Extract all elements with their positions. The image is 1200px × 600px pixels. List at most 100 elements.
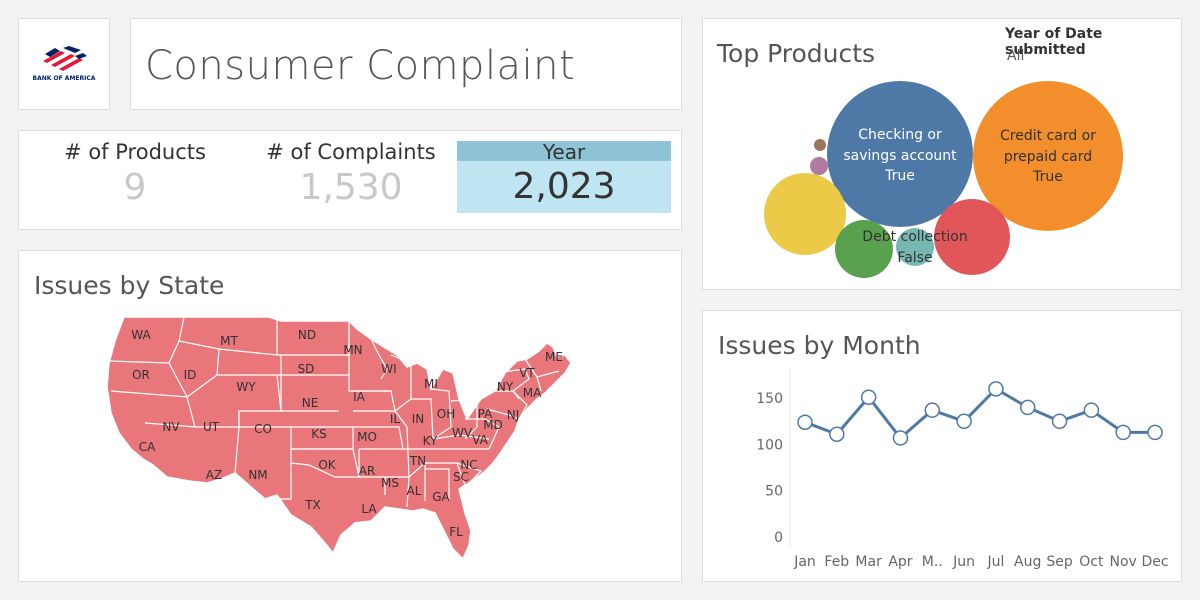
- data-point-mar[interactable]: [860, 389, 877, 405]
- x-tick-label: Jun: [952, 554, 975, 570]
- debt-label-1: Debt collection: [862, 229, 967, 245]
- state-label-mi: MI: [424, 377, 438, 391]
- state-label-me: ME: [545, 350, 563, 364]
- state-label-wv: WV: [452, 426, 473, 440]
- credit-label-3: True: [1032, 169, 1063, 185]
- x-axis: Jan Feb Mar Apr M.. Jun Jul Aug Sep Oct Nov Dec: [793, 554, 1168, 570]
- bank-of-america-logo: BANK OF AMERICA: [33, 46, 96, 82]
- y-axis: 0 50 100 150: [756, 391, 783, 546]
- data-point-jan[interactable]: [797, 414, 813, 430]
- issues-by-month-panel: Issues by Month 0 50 100 150 Jan Feb Mar Apr M.…: [702, 310, 1182, 582]
- state-label-id: ID: [184, 368, 197, 382]
- checking-label-2: savings account: [843, 148, 957, 164]
- state-label-oh: OH: [437, 407, 455, 421]
- state-label-mo: MO: [357, 430, 377, 444]
- year-kpi-value: 2,023: [457, 161, 671, 213]
- logo-text: BANK OF AMERICA: [33, 75, 96, 82]
- state-label-tx: TX: [304, 498, 321, 512]
- state-label-ky: KY: [423, 434, 438, 448]
- state-label-fl: FL: [449, 525, 463, 539]
- state-label-co: CO: [254, 422, 272, 436]
- state-label-vt: VT: [519, 366, 535, 380]
- year-kpi-label: Year: [457, 141, 671, 163]
- state-label-nm: NM: [248, 468, 267, 482]
- state-label-ga: GA: [432, 490, 450, 504]
- data-point-nov[interactable]: [1115, 424, 1131, 441]
- bubble-yellow[interactable]: [764, 173, 846, 255]
- x-tick-label: Aug: [1014, 554, 1041, 570]
- y-tick-label: 150: [756, 391, 783, 407]
- series-line: [804, 387, 1155, 440]
- data-point-oct[interactable]: [1083, 402, 1100, 418]
- state-label-ca: CA: [139, 440, 156, 454]
- x-tick-label: Jan: [793, 554, 816, 570]
- debt-label-2: False: [897, 250, 932, 266]
- x-tick-label: Oct: [1079, 554, 1104, 570]
- x-tick-label: Jul: [986, 554, 1004, 570]
- state-label-in: IN: [412, 412, 425, 426]
- state-label-ut: UT: [203, 420, 220, 434]
- products-kpi-value: 9: [123, 167, 147, 208]
- checking-label-3: True: [884, 168, 915, 184]
- us-map[interactable]: WA OR CA NV ID MT WY UT AZ CO NM ND SD NE KS OK TX MN IA MO…: [19, 251, 681, 581]
- data-point-apr[interactable]: [892, 430, 909, 446]
- state-label-ia: IA: [353, 390, 366, 404]
- state-label-al: AL: [407, 484, 422, 498]
- state-label-mt: MT: [220, 334, 238, 348]
- state-label-ok: OK: [318, 458, 336, 472]
- data-point-m[interactable]: [924, 402, 941, 418]
- x-tick-label: Dec: [1141, 554, 1168, 570]
- state-label-wy: WY: [236, 380, 256, 394]
- y-tick-label: 100: [756, 437, 783, 453]
- line-chart[interactable]: 0 50 100 150 Jan Feb Mar Apr M.. Jun Jul Aug Sep Oct…: [703, 311, 1181, 581]
- state-label-tn: TN: [409, 454, 426, 468]
- state-label-il: IL: [390, 412, 401, 426]
- dashboard-title: Consumer Complaint: [145, 43, 576, 89]
- state-label-ks: KS: [311, 427, 327, 441]
- data-point-dec[interactable]: [1147, 424, 1163, 441]
- state-label-nc: NC: [460, 458, 477, 472]
- data-point-aug[interactable]: [1019, 399, 1036, 416]
- state-label-ny: NY: [497, 380, 514, 394]
- x-tick-label: Nov: [1110, 554, 1137, 570]
- data-point-sep[interactable]: [1051, 413, 1068, 430]
- state-label-sc: SC: [453, 470, 469, 484]
- state-label-wi: WI: [381, 362, 396, 376]
- complaints-kpi-value: 1,530: [299, 167, 403, 208]
- state-label-nd: ND: [298, 328, 316, 342]
- x-tick-label: Apr: [888, 554, 912, 570]
- state-label-az: AZ: [206, 468, 222, 482]
- state-label-la: LA: [361, 502, 377, 516]
- data-point-feb[interactable]: [829, 426, 845, 442]
- title-panel: Consumer Complaint: [130, 18, 682, 110]
- us-outline[interactable]: [106, 316, 572, 561]
- data-point-jul[interactable]: [988, 381, 1004, 397]
- x-tick-label: Feb: [824, 554, 849, 570]
- state-label-or: OR: [132, 368, 150, 382]
- year-kpi[interactable]: Year 2,023: [457, 141, 671, 213]
- complaints-kpi-label: # of Complaints: [266, 140, 436, 164]
- y-tick-label: 50: [765, 484, 783, 500]
- state-label-va: VA: [472, 433, 488, 447]
- products-kpi-label: # of Products: [64, 140, 206, 164]
- logo-panel: BANK OF AMERICA: [18, 18, 110, 110]
- x-tick-label: M..: [922, 554, 943, 570]
- state-label-ar: AR: [359, 464, 376, 478]
- bubble-purple[interactable]: [810, 157, 828, 175]
- bubble-brown[interactable]: [814, 139, 826, 151]
- bubble-chart[interactable]: Checking or savings account True Credit …: [703, 19, 1181, 289]
- state-label-mn: MN: [343, 343, 362, 357]
- map-panel: Issues by State WA OR CA NV ID MT WY UT …: [18, 250, 682, 582]
- top-products-panel: Top Products Year of Date submitted All …: [702, 18, 1182, 290]
- data-point-jun[interactable]: [956, 413, 972, 430]
- x-tick-label: Mar: [855, 554, 882, 570]
- kpi-panel: # of Products 9 # of Complaints 1,530 Ye…: [18, 130, 682, 230]
- state-label-nj: NJ: [507, 408, 520, 422]
- state-label-wa: WA: [131, 328, 151, 342]
- state-label-ms: MS: [381, 476, 399, 490]
- checking-label-1: Checking or: [858, 127, 942, 143]
- y-tick-label: 0: [774, 530, 783, 546]
- state-label-ma: MA: [523, 386, 542, 400]
- state-label-sd: SD: [298, 362, 315, 376]
- state-label-nv: NV: [162, 420, 180, 434]
